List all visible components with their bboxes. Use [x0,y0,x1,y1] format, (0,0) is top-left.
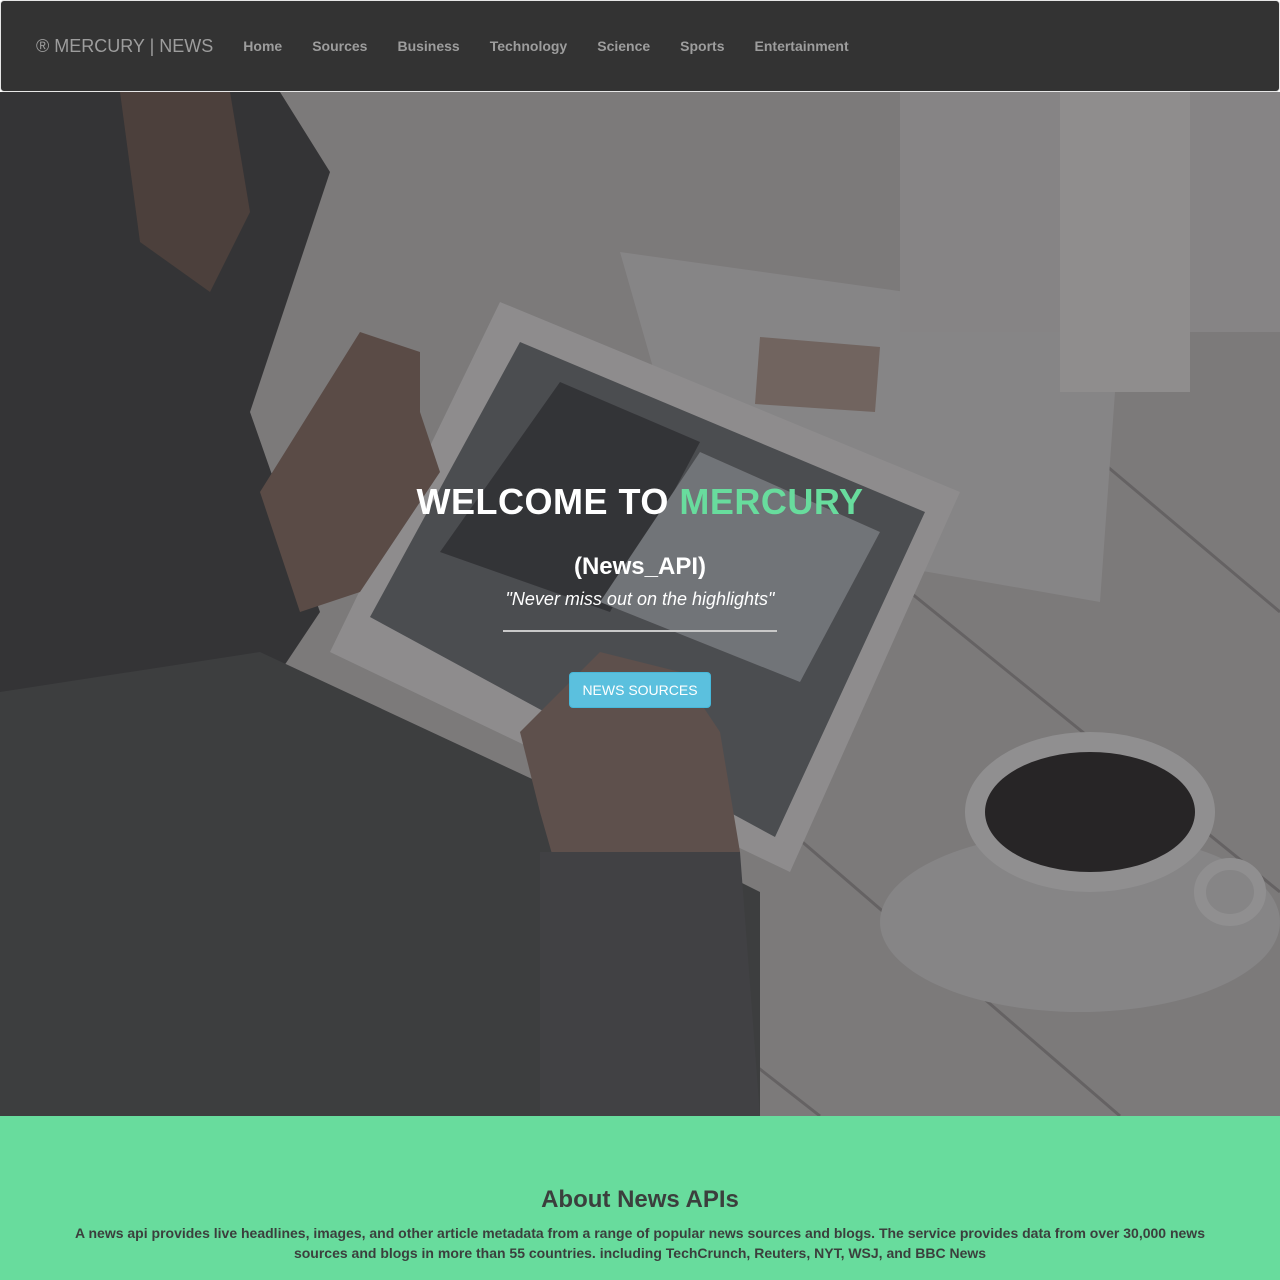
nav-item-sports[interactable]: Sports [665,38,739,54]
nav-menu: Home Sources Business Technology Science… [228,38,863,54]
hero-content: WELCOME TO MERCURY (News_API) "Never mis… [0,92,1280,1116]
hero-section: WELCOME TO MERCURY (News_API) "Never mis… [0,92,1280,1116]
hero-subtitle: (News_API) [573,552,707,580]
hero-title-prefix: WELCOME TO [416,480,680,522]
nav-item-business[interactable]: Business [382,38,474,54]
hero-title-accent: MERCURY [679,480,864,522]
nav-item-technology[interactable]: Technology [475,38,583,54]
about-title: About News APIs [541,1186,739,1213]
top-navbar: ® MERCURY | NEWS Home Sources Business T… [0,0,1280,92]
about-section: About News APIs A news api provides live… [0,1116,1280,1280]
nav-item-home[interactable]: Home [228,38,297,54]
brand-logo[interactable]: ® MERCURY | NEWS [36,36,213,57]
hero-tagline: "Never miss out on the highlights" [505,588,775,609]
nav-item-sources[interactable]: Sources [297,38,382,54]
nav-item-entertainment[interactable]: Entertainment [740,38,864,54]
hero-divider [503,629,777,632]
nav-item-science[interactable]: Science [582,38,665,54]
hero-title: WELCOME TO MERCURY [417,481,864,523]
about-description: A news api provides live headlines, imag… [75,1225,1205,1261]
news-sources-button[interactable]: NEWS SOURCES [569,671,711,708]
